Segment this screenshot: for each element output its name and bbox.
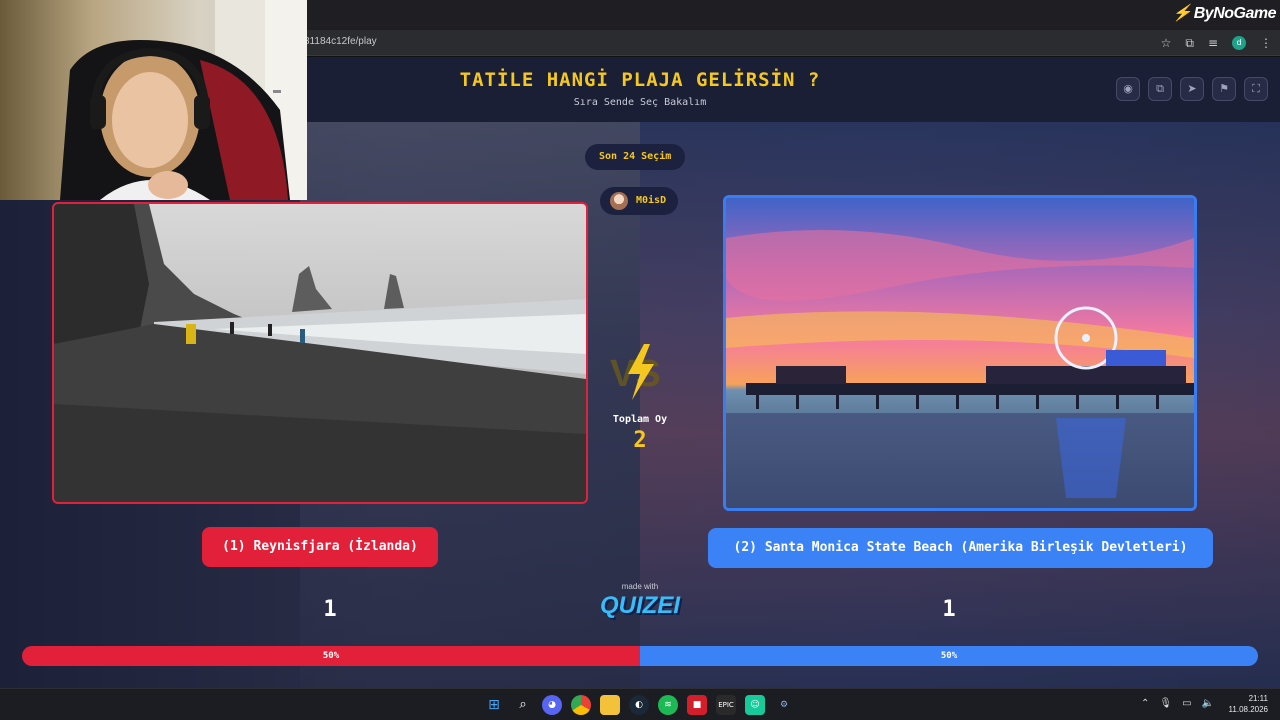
quizei-logo[interactable]: QUIZEI xyxy=(590,592,690,620)
epic-games-icon[interactable]: EPIC xyxy=(716,695,736,715)
clock-time: 21:11 xyxy=(1248,694,1268,703)
option-left-image[interactable] xyxy=(52,202,588,504)
send-icon[interactable]: ➤ xyxy=(1180,77,1204,101)
bookmark-star-icon[interactable]: ☆ xyxy=(1161,34,1172,52)
fullscreen-icon[interactable]: ⛶ xyxy=(1244,77,1268,101)
streamer-webcam-image xyxy=(60,0,307,200)
total-votes-value: 2 xyxy=(633,428,647,453)
left-vote-count: 1 xyxy=(323,597,337,622)
page-title: TATİLE HANGİ PLAJA GELİRSİN ? xyxy=(459,69,821,91)
left-share-bar: 50% xyxy=(22,646,640,666)
total-votes-label: Toplam Oy xyxy=(612,414,668,425)
red-app-icon[interactable]: ■ xyxy=(687,695,707,715)
microphone-icon[interactable]: 🎙 xyxy=(1159,698,1172,709)
santa-monica-pier-image xyxy=(726,198,1194,508)
brand-name: ByNoGame xyxy=(1193,5,1277,22)
option-right-button[interactable]: (2) Santa Monica State Beach (Amerika Bi… xyxy=(708,528,1213,568)
settings-icon[interactable]: ⚙ xyxy=(774,695,794,715)
user-badge: M0isD xyxy=(600,187,679,215)
copy-icon[interactable]: ⧉ xyxy=(1148,77,1172,101)
profile-avatar-icon[interactable]: d xyxy=(1232,36,1246,50)
os-taskbar: ⊞ ⌕ ◕ ◐ ≋ ■ EPIC ☺ ⚙ ⌃ 🎙 ▭ 🔈 21:11 11.08… xyxy=(0,688,1280,720)
round-label: Son 24 Seçim xyxy=(585,144,686,170)
taskbar-apps: ⊞ ⌕ ◕ ◐ ≋ ■ EPIC ☺ ⚙ xyxy=(484,695,794,715)
page-subtitle: Sıra Sende Seç Bakalım xyxy=(573,97,707,108)
header-tools: ◉ ⧉ ➤ ⚑ ⛶ xyxy=(1116,77,1268,101)
vs-bolt-icon: VS xyxy=(610,344,661,400)
browser-toolbar: ☆ ⧉ ≡ d ⋮ xyxy=(1161,34,1272,52)
more-menu-icon[interactable]: ⋮ xyxy=(1260,34,1272,52)
volume-icon[interactable]: 🔈 xyxy=(1202,698,1214,709)
media-icon[interactable]: ≡ xyxy=(1208,34,1218,52)
discord-icon[interactable]: ◕ xyxy=(542,695,562,715)
app-icon[interactable]: ☺ xyxy=(745,695,765,715)
url-text[interactable]: 81184c12fe/play xyxy=(304,36,377,47)
webcam-overlay xyxy=(0,0,307,200)
search-icon[interactable]: ⌕ xyxy=(513,695,533,715)
chevron-up-icon[interactable]: ⌃ xyxy=(1141,698,1149,709)
clock-date: 11.08.2026 xyxy=(1228,705,1268,714)
right-vote-count: 1 xyxy=(942,597,956,622)
vote-share-bar: 50% 50% xyxy=(22,646,1258,666)
taskbar-clock[interactable]: 21:11 11.08.2026 xyxy=(1229,693,1268,715)
chrome-icon[interactable] xyxy=(571,695,591,715)
eye-icon[interactable]: ◉ xyxy=(1116,77,1140,101)
option-left-button[interactable]: (1) Reynisfjara (İzlanda) xyxy=(202,527,438,567)
windows-icon[interactable]: ⊞ xyxy=(484,695,504,715)
avatar xyxy=(610,192,628,210)
bolt-icon: ⚡ xyxy=(1172,5,1192,22)
steam-icon[interactable]: ◐ xyxy=(629,695,649,715)
system-tray: ⌃ 🎙 ▭ 🔈 xyxy=(1141,698,1214,709)
display-icon[interactable]: ▭ xyxy=(1182,698,1191,709)
user-name: M0isD xyxy=(636,195,667,206)
right-share-bar: 50% xyxy=(640,646,1258,666)
flag-icon[interactable]: ⚑ xyxy=(1212,77,1236,101)
file-explorer-icon[interactable] xyxy=(600,695,620,715)
extensions-icon[interactable]: ⧉ xyxy=(1185,34,1194,52)
made-with-label: made with xyxy=(621,582,659,591)
black-sand-beach-image xyxy=(54,204,586,502)
spotify-icon[interactable]: ≋ xyxy=(658,695,678,715)
option-right-image[interactable] xyxy=(723,195,1197,511)
brand-watermark: ⚡ ByNoGame xyxy=(1172,3,1276,23)
